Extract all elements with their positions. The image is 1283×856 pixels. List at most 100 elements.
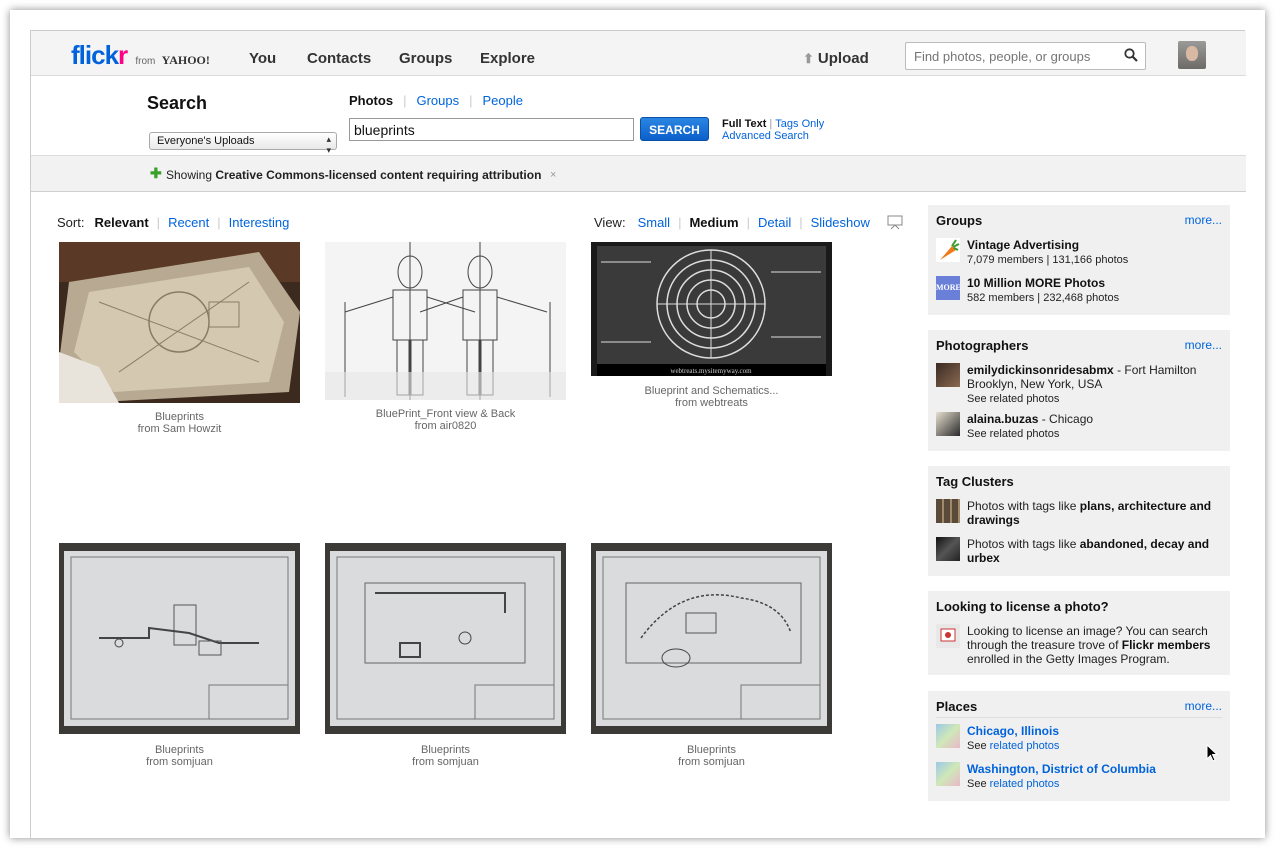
top-navigation: flickr from YAHOO! You Contacts Groups E… xyxy=(31,31,1246,76)
global-search-input[interactable] xyxy=(914,49,1114,64)
tags-only-option[interactable]: Tags Only xyxy=(775,118,824,130)
close-icon[interactable]: × xyxy=(550,169,556,181)
photo-thumbnail[interactable] xyxy=(59,543,300,734)
cc-filter-notice: ✚ Showing Creative Commons-licensed cont… xyxy=(31,156,1246,192)
tag-cluster-thumbnail[interactable] xyxy=(936,537,960,561)
flickr-members-link[interactable]: Flickr members xyxy=(1122,638,1211,652)
photo-result[interactable]: Blueprints from somjuan xyxy=(591,543,832,768)
nav-contacts[interactable]: Contacts xyxy=(307,50,371,67)
nav-you[interactable]: You xyxy=(249,50,276,67)
photo-title[interactable]: Blueprints xyxy=(155,411,204,423)
sort-separator: | xyxy=(217,215,221,230)
slideshow-icon[interactable] xyxy=(887,214,903,230)
group-name[interactable]: 10 Million MORE Photos xyxy=(967,276,1105,290)
photographer-name[interactable]: emilydickinsonridesabmx xyxy=(967,363,1114,377)
sort-label: Sort: xyxy=(57,215,85,230)
view-small[interactable]: Small xyxy=(638,215,671,230)
nav-explore[interactable]: Explore xyxy=(480,50,535,67)
place-related-photos-link[interactable]: related photos xyxy=(990,778,1060,790)
tag-cluster-thumbnail[interactable] xyxy=(936,499,960,523)
flickr-logo[interactable]: flickr from YAHOO! xyxy=(71,40,210,71)
carrot-icon xyxy=(936,238,960,262)
search-query-input[interactable]: blueprints xyxy=(349,118,634,141)
sort-recent[interactable]: Recent xyxy=(168,215,209,230)
photo-thumbnail[interactable] xyxy=(325,242,566,400)
logo-from-text: from xyxy=(135,56,156,67)
photo-thumbnail[interactable] xyxy=(325,543,566,734)
photo-result[interactable]: webtreats.mysitemyway.com Blueprint and … xyxy=(591,242,832,409)
photo-author[interactable]: from somjuan xyxy=(591,756,832,768)
see-related-photos[interactable]: See related photos xyxy=(967,428,1059,440)
photo-author[interactable]: from webtreats xyxy=(591,397,832,409)
logo-flick-text: flick xyxy=(71,40,119,70)
search-icon[interactable] xyxy=(1123,47,1139,63)
search-button[interactable]: SEARCH xyxy=(640,117,709,141)
license-heading: Looking to license a photo? xyxy=(936,599,1109,614)
photo-caption: Blueprint and Schematics... from webtrea… xyxy=(591,385,832,409)
photo-thumbnail[interactable] xyxy=(591,543,832,734)
photo-thumbnail[interactable] xyxy=(59,242,300,403)
photo-thumbnail[interactable]: webtreats.mysitemyway.com xyxy=(591,242,832,376)
getty-icon xyxy=(936,624,960,648)
tab-separator: | xyxy=(469,93,473,108)
view-separator: | xyxy=(746,215,750,230)
map-icon xyxy=(936,762,960,786)
places-heading: Places xyxy=(936,699,978,714)
photographer-avatar[interactable] xyxy=(936,412,960,436)
photographers-panel: Photographers more... emilydickinsonride… xyxy=(928,330,1230,451)
see-related-photos[interactable]: See related photos xyxy=(967,393,1059,405)
photo-title[interactable]: Blueprints xyxy=(687,744,736,756)
nav-groups[interactable]: Groups xyxy=(399,50,452,67)
photo-result[interactable]: Blueprints from somjuan xyxy=(59,543,300,768)
logo-yahoo-text: YAHOO! xyxy=(161,53,210,67)
full-text-option[interactable]: Full Text xyxy=(722,118,766,130)
photo-author[interactable]: from somjuan xyxy=(325,756,566,768)
user-avatar[interactable] xyxy=(1178,41,1206,69)
places-more-link[interactable]: more... xyxy=(1185,699,1222,713)
license-panel: Looking to license a photo? Looking to l… xyxy=(928,591,1230,675)
tab-photos[interactable]: Photos xyxy=(349,93,393,108)
photographers-more-link[interactable]: more... xyxy=(1185,338,1222,352)
photo-title[interactable]: Blueprints xyxy=(421,744,470,756)
upload-link[interactable]: ⬆ Upload xyxy=(803,50,869,67)
view-separator: | xyxy=(678,215,682,230)
sort-relevant[interactable]: Relevant xyxy=(94,215,148,230)
search-panel: Search Everyone's Uploads ▴ ▾ Photos | Grou… xyxy=(31,76,1246,156)
place-name[interactable]: Chicago, Illinois xyxy=(967,724,1059,738)
photo-result[interactable]: BluePrint_Front view & Back from air0820 xyxy=(325,242,566,432)
photo-result[interactable]: Blueprints from somjuan xyxy=(325,543,566,768)
option-separator: | xyxy=(769,118,773,130)
select-arrows-icon: ▴ ▾ xyxy=(326,134,331,155)
view-detail[interactable]: Detail xyxy=(758,215,791,230)
photo-result[interactable]: Blueprints from Sam Howzit xyxy=(59,242,300,435)
tab-people[interactable]: People xyxy=(482,93,522,108)
place-related-photos-link[interactable]: related photos xyxy=(990,740,1060,752)
sort-separator: | xyxy=(156,215,161,230)
photo-caption: BluePrint_Front view & Back from air0820 xyxy=(325,408,566,432)
groups-more-link[interactable]: more... xyxy=(1185,213,1222,227)
group-name[interactable]: Vintage Advertising xyxy=(967,238,1079,252)
place-name[interactable]: Washington, District of Columbia xyxy=(967,762,1156,776)
photo-author[interactable]: from somjuan xyxy=(59,756,300,768)
divider xyxy=(936,717,1222,718)
photographer-name[interactable]: alaina.buzas xyxy=(967,412,1038,426)
map-icon xyxy=(936,724,960,748)
photo-title[interactable]: Blueprint and Schematics... xyxy=(645,385,779,397)
photo-author[interactable]: from air0820 xyxy=(325,420,566,432)
photo-caption: Blueprints from Sam Howzit xyxy=(59,411,300,435)
tab-groups[interactable]: Groups xyxy=(416,93,459,108)
tag-cluster-prefix: Photos with tags like xyxy=(967,537,1080,551)
browser-window: flickr from YAHOO! You Contacts Groups E… xyxy=(10,10,1265,838)
place-see-label: See xyxy=(967,778,990,790)
photographer-avatar[interactable] xyxy=(936,363,960,387)
group-stats: 7,079 members | 131,166 photos xyxy=(967,254,1129,266)
view-medium[interactable]: Medium xyxy=(689,215,738,230)
search-scope-select[interactable]: Everyone's Uploads ▴ ▾ xyxy=(149,132,337,155)
photo-title[interactable]: BluePrint_Front view & Back xyxy=(376,408,515,420)
photo-author[interactable]: from Sam Howzit xyxy=(59,423,300,435)
photographers-heading: Photographers xyxy=(936,338,1029,353)
view-slideshow[interactable]: Slideshow xyxy=(811,215,870,230)
photo-title[interactable]: Blueprints xyxy=(155,744,204,756)
advanced-search-link[interactable]: Advanced Search xyxy=(722,130,809,142)
sort-interesting[interactable]: Interesting xyxy=(229,215,290,230)
